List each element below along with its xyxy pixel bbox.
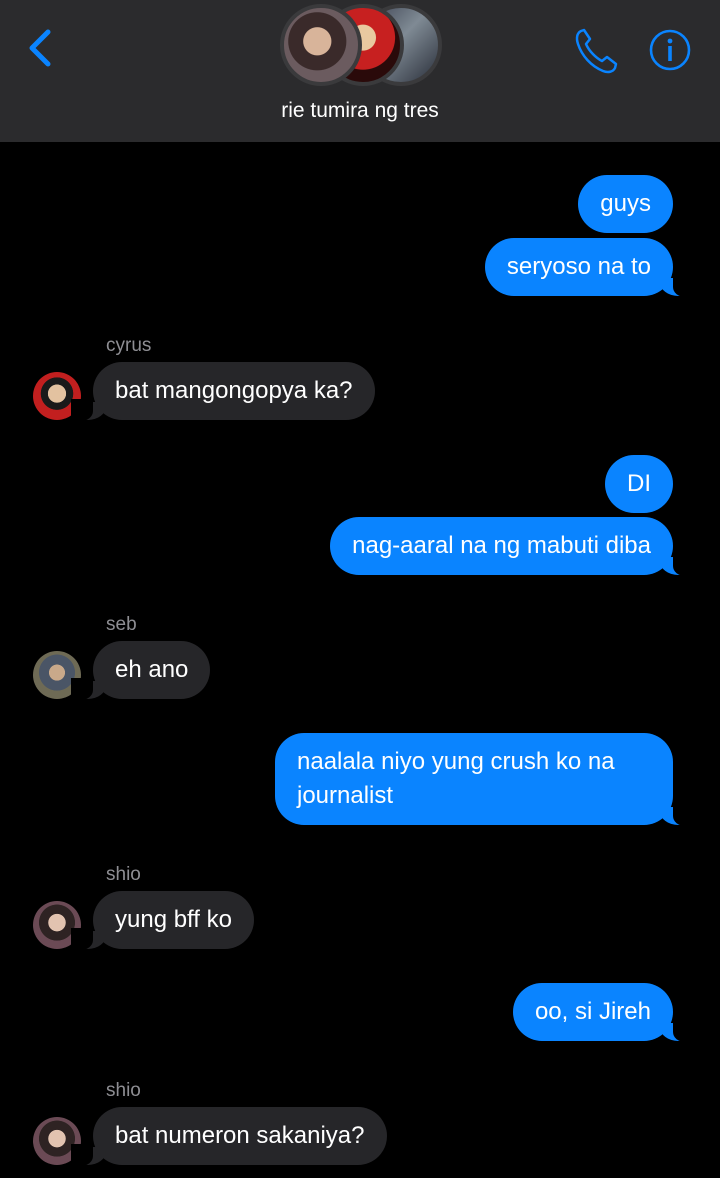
message-bubble[interactable]: DI xyxy=(605,455,673,513)
message-bubble[interactable]: guys xyxy=(578,175,673,233)
conversation-header: rie tumira ng tres xyxy=(0,0,720,142)
message-bubble[interactable]: seryoso na to xyxy=(484,238,696,297)
message-bubble[interactable]: naalala niyo yung crush ko na journalist xyxy=(275,733,695,826)
info-button[interactable] xyxy=(648,28,692,72)
sender-name: cyrus xyxy=(106,335,152,356)
chevron-left-icon xyxy=(29,29,51,67)
message-bubble[interactable]: yung bff ko xyxy=(71,891,254,950)
message-bubble[interactable]: eh ano xyxy=(70,641,211,700)
message-bubble[interactable]: nag-aaral na ng mabuti diba xyxy=(330,517,695,576)
sender-name: seb xyxy=(106,614,137,635)
sender-name: shio xyxy=(106,864,141,885)
group-avatar-1 xyxy=(280,4,362,86)
call-button[interactable] xyxy=(572,26,618,76)
phone-icon xyxy=(575,28,618,74)
back-button[interactable] xyxy=(22,26,62,70)
group-avatars[interactable] xyxy=(280,4,442,88)
message-bubble[interactable]: oo, si Jireh xyxy=(512,983,696,1042)
message-bubble[interactable]: bat mangongopya ka? xyxy=(71,362,375,421)
sender-name: shio xyxy=(106,1080,141,1101)
group-name[interactable]: rie tumira ng tres xyxy=(0,99,720,123)
info-icon xyxy=(649,29,691,71)
message-bubble[interactable]: bat numeron sakaniya? xyxy=(71,1107,387,1166)
